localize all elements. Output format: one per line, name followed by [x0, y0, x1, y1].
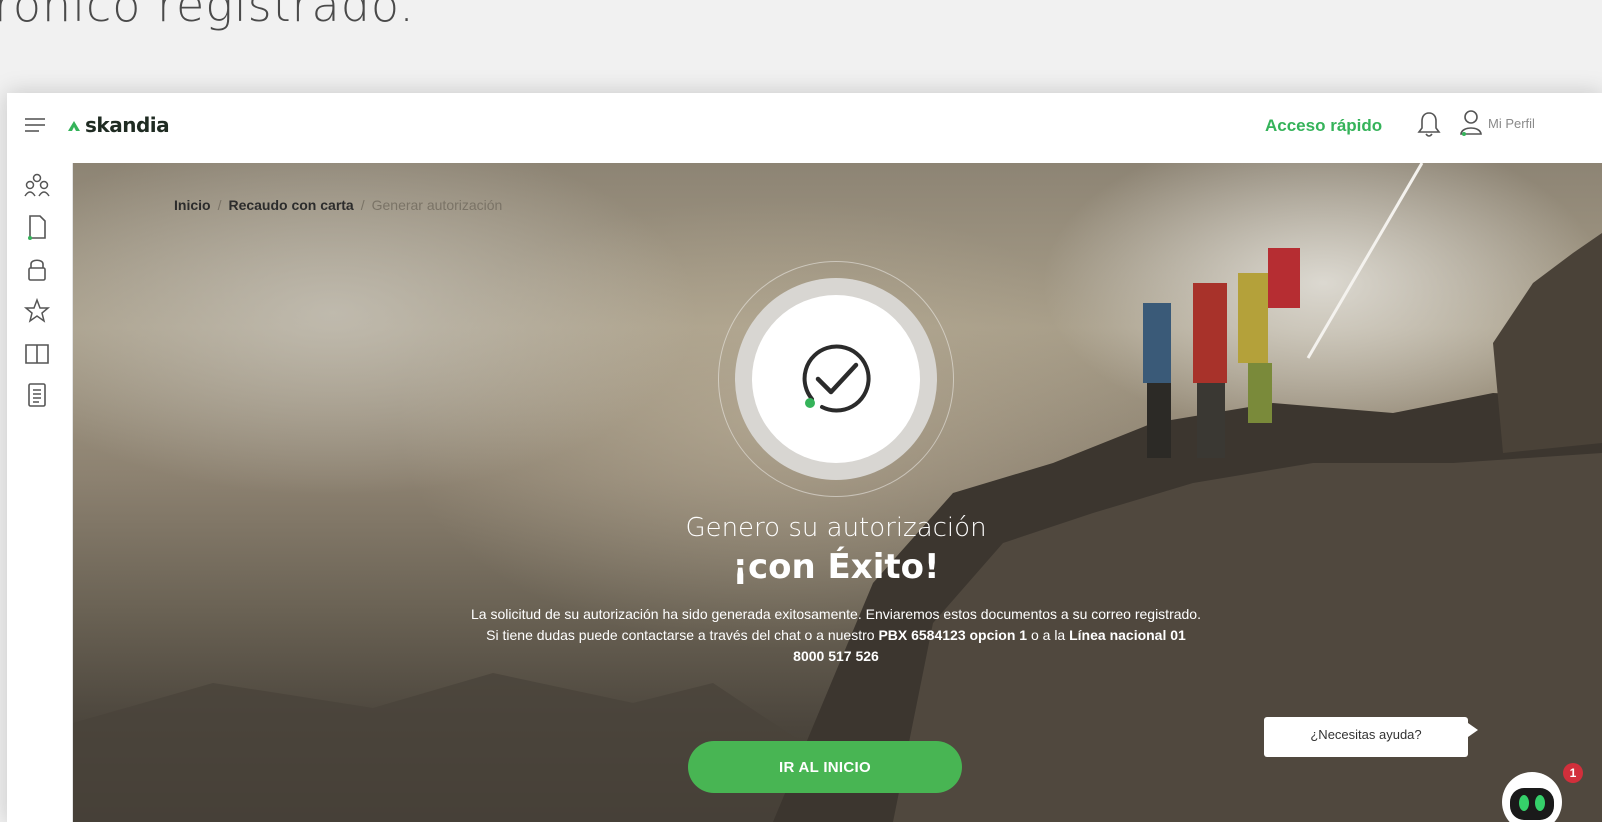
breadcrumb: Inicio / Recaudo con carta / Generar aut…	[174, 197, 502, 213]
sidebar	[7, 163, 73, 822]
success-subtitle: ¡con Éxito!	[732, 547, 940, 587]
breadcrumb-home[interactable]: Inicio	[174, 197, 211, 213]
lock-icon[interactable]	[23, 255, 51, 283]
hamburger-menu-icon[interactable]	[25, 118, 45, 134]
notes-icon[interactable]	[23, 381, 51, 409]
chatbot-icon[interactable]	[1500, 770, 1564, 822]
breadcrumb-separator: /	[217, 197, 222, 213]
success-badge	[718, 261, 954, 497]
breadcrumb-section[interactable]: Recaudo con carta	[228, 197, 353, 213]
go-home-button[interactable]: IR AL INICIO	[688, 741, 962, 793]
document-icon[interactable]	[23, 213, 51, 241]
success-message: La solicitud de su autorización ha sido …	[471, 604, 1201, 667]
user-icon	[1460, 110, 1482, 136]
bell-icon[interactable]	[1415, 109, 1443, 139]
breadcrumb-current: Generar autorización	[371, 197, 503, 213]
breadcrumb-separator: /	[360, 197, 365, 213]
profile-label: Mi Perfil	[1488, 115, 1535, 131]
book-icon[interactable]	[23, 339, 51, 367]
top-bar: skandia Acceso rápido Mi Perfil	[7, 93, 1602, 163]
star-icon[interactable]	[23, 297, 51, 325]
group-icon[interactable]	[23, 171, 51, 199]
quick-access-link[interactable]: Acceso rápido	[1265, 116, 1382, 136]
pbx-number: PBX 6584123 opcion 1	[878, 627, 1028, 643]
help-chat-bubble[interactable]: ¿Necesitas ayuda?	[1264, 717, 1478, 757]
success-title: Genero su autorización	[685, 513, 987, 543]
app-window: skandia Acceso rápido Mi Perfil Inicio /…	[7, 93, 1602, 822]
background-caption: rónico registrado.	[0, 0, 415, 32]
message-text-connector: o a la	[1030, 627, 1066, 643]
profile-menu[interactable]: Mi Perfil	[1459, 109, 1535, 137]
success-check-icon	[802, 344, 871, 413]
brand-name: skandia	[85, 113, 170, 137]
brand-logo[interactable]: skandia	[67, 113, 170, 137]
notification-badge: 1	[1563, 763, 1583, 783]
skandia-logo-icon	[68, 121, 80, 131]
